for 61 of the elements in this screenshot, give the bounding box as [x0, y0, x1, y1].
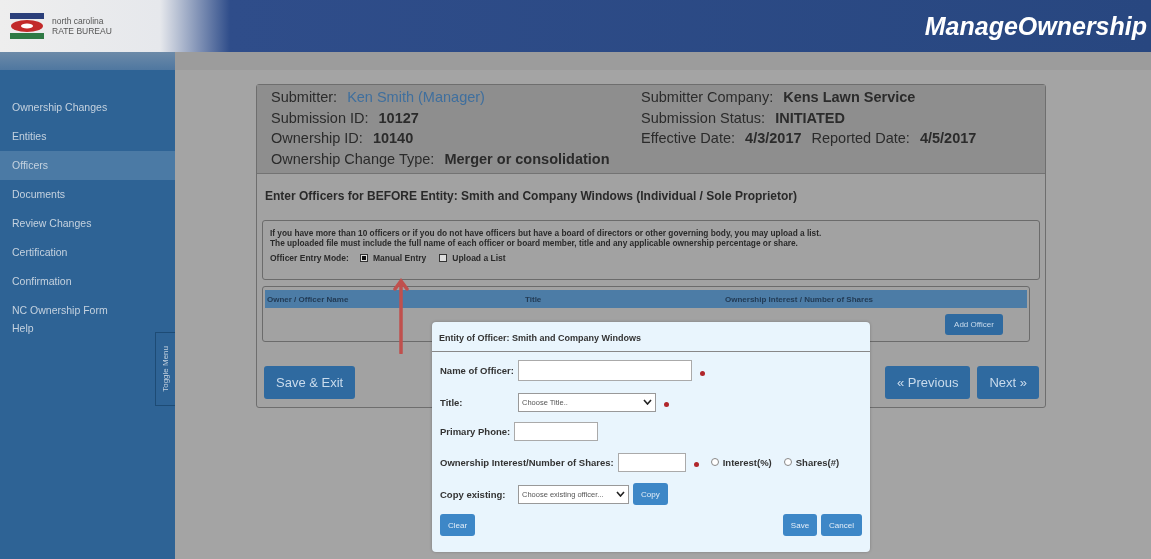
toggle-menu-tab[interactable]: Toggle Menu: [155, 332, 175, 406]
section-heading: Enter Officers for BEFORE Entity: Smith and Company Windows (Individual / Sole Proprietor): [264, 188, 798, 204]
cancel-button[interactable]: Cancel: [821, 514, 862, 536]
sidebar-item[interactable]: Confirmation: [0, 267, 175, 296]
column-header: Title: [525, 294, 543, 304]
save-button[interactable]: Save: [782, 514, 818, 536]
chevron-icon: [643, 399, 652, 405]
sidebar-item[interactable]: Documents: [0, 180, 175, 209]
add-officer-button[interactable]: Add Officer: [945, 314, 1003, 335]
field-label: Reported Date:: [811, 130, 910, 146]
name-field[interactable]: [517, 360, 692, 381]
sidebar-item[interactable]: Review Changes: [0, 209, 175, 238]
field-label: Ownership ID:: [271, 130, 363, 146]
field-value: Merger or consolidation: [444, 150, 610, 167]
next-button[interactable]: Next »: [977, 366, 1039, 399]
save-exit-button[interactable]: Save & Exit: [264, 366, 356, 399]
field-label: Primary Phone:: [440, 425, 511, 437]
field-value: Kens Lawn Service: [783, 89, 916, 105]
logo-text: north carolina: [52, 16, 105, 26]
option-label[interactable]: Interest(%): [722, 456, 772, 468]
interest-field[interactable]: [617, 452, 686, 472]
radio-button[interactable]: [359, 254, 368, 262]
copy-button[interactable]: Copy: [633, 483, 668, 505]
field-value: 10127: [378, 109, 419, 126]
field-value: 10140: [372, 130, 414, 146]
field-label: Effective Date:: [641, 130, 736, 146]
option-label[interactable]: Manual Entry: [372, 253, 427, 263]
field-label: Copy existing:: [440, 488, 507, 500]
option-label[interactable]: Upload a List: [452, 253, 506, 263]
sidebar-item[interactable]: Officers: [0, 151, 175, 180]
phone-field[interactable]: [514, 421, 599, 441]
clear-button[interactable]: Clear: [440, 514, 476, 536]
previous-button[interactable]: « Previous: [885, 366, 971, 399]
field-label: Name of Officer:: [440, 365, 514, 376]
field-value: INITIATED: [775, 109, 845, 126]
field-label: Ownership Change Type:: [271, 150, 435, 167]
logo-icon: [10, 13, 44, 39]
field-label: Submitter Company:: [641, 89, 774, 105]
radio-button[interactable]: [710, 458, 719, 466]
notice-text: If you have more than 10 officers or if you do not have officers but have a board of directors or other governing body, you may upload a list.: [270, 228, 823, 238]
column-header: Ownership Interest / Number of Shares: [725, 294, 874, 304]
field-value: 4/3/2017: [745, 130, 802, 146]
column-header: Owner / Officer Name: [266, 294, 350, 304]
sidebar-item[interactable]: Ownership Changes: [0, 93, 175, 122]
logo-text: RATE BUREAU: [52, 26, 112, 36]
chevron-icon: [616, 491, 625, 497]
dialog-title: Entity of Officer: Smith and Company Windows: [432, 322, 870, 352]
field-label: Submission Status:: [641, 109, 766, 126]
field-value: 4/5/2017: [919, 130, 977, 146]
notice-text: The uploaded file must include the full name of each officer or board member, title and any applicable ownership percentage or share.: [270, 238, 799, 248]
app-title: ManageOwnership: [924, 11, 1148, 41]
field-label: Submitter:: [271, 89, 338, 105]
entry-mode-label: Officer Entry Mode:: [270, 253, 349, 263]
field-label: Submission ID:: [271, 109, 369, 126]
field-label: Ownership Interest/Number of Shares:: [440, 456, 614, 468]
sidebar-item[interactable]: Entities: [0, 122, 175, 151]
option-label[interactable]: Shares(#): [795, 456, 840, 468]
radio-button[interactable]: [783, 458, 792, 466]
radio-button[interactable]: [439, 254, 448, 262]
sidebar-item[interactable]: Certification: [0, 238, 175, 267]
field-label: Title:: [440, 396, 464, 408]
